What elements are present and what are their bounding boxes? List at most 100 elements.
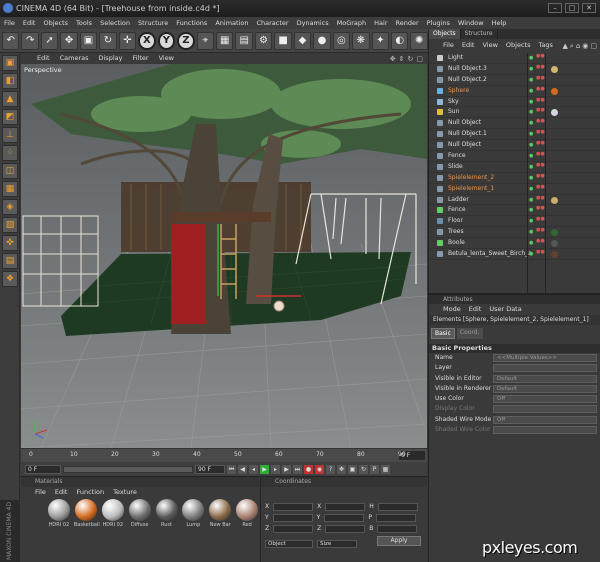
deformer-icon[interactable]: ❋ (352, 31, 370, 50)
eye-icon[interactable]: ◉ (582, 40, 588, 52)
previous-frame-icon[interactable]: ◂ (249, 464, 258, 474)
object-name[interactable]: Betula_lenta_Sweet_Birch_a (448, 249, 532, 259)
visibility-dots-icon[interactable]: ●● (536, 195, 545, 200)
play-forward-icon[interactable]: ▶ (260, 464, 269, 474)
layer-dot-icon[interactable]: ● (529, 153, 535, 159)
object-row[interactable]: Sky ● ●● (429, 97, 600, 108)
material-swatch[interactable]: HDRI 02 (47, 499, 71, 529)
menu-functions[interactable]: Functions (176, 17, 207, 29)
position-field[interactable] (272, 513, 313, 522)
viewport-menu-view[interactable]: View (159, 53, 174, 64)
menu-window[interactable]: Window (458, 17, 484, 29)
points-mode-icon[interactable]: ⁘ (2, 145, 18, 161)
object-row[interactable]: Spielelement_2 ● ●● (429, 173, 600, 184)
array-icon[interactable]: ◎ (332, 31, 351, 50)
visibility-dots-icon[interactable]: ●● (536, 119, 545, 124)
object-name[interactable]: Light (448, 53, 463, 63)
layer-dot-icon[interactable]: ● (529, 142, 535, 148)
render-view-icon[interactable]: ▦ (216, 31, 234, 50)
size-field[interactable] (324, 513, 365, 522)
rotation-field[interactable] (377, 502, 418, 511)
material-swatch[interactable]: Diffuse (128, 499, 152, 529)
layer-dot-icon[interactable]: ● (529, 186, 535, 192)
visibility-dots-icon[interactable]: ●● (536, 250, 545, 255)
tab-objects[interactable]: Objects (429, 29, 461, 39)
texture-tag-icon[interactable] (551, 251, 558, 259)
move-icon[interactable]: ✥ (60, 31, 78, 50)
object-name[interactable]: Ladder (448, 195, 469, 205)
visibility-dots-icon[interactable]: ●● (536, 239, 545, 244)
recent-tools-icon[interactable]: ✛ (118, 31, 137, 50)
texture-mode-icon[interactable]: ◩ (2, 109, 18, 125)
layer-dot-icon[interactable]: ● (529, 164, 535, 170)
animation-mode-icon[interactable]: ◈ (2, 199, 18, 215)
layer-dot-icon[interactable]: ● (529, 88, 535, 94)
axis-mode-icon[interactable]: ⊥ (2, 127, 18, 143)
attribute-value-field[interactable]: Off (493, 395, 597, 404)
make-editable-icon[interactable]: ▣ (2, 55, 18, 71)
record-key-icon[interactable]: ● (304, 464, 313, 474)
camera-icon[interactable]: ◐ (390, 31, 409, 50)
object-name[interactable]: Sky (448, 97, 459, 107)
texture-tag-icon[interactable] (551, 229, 558, 237)
size-mode-select[interactable]: Size (317, 539, 357, 548)
end-frame-field[interactable]: 90 F (195, 464, 225, 474)
material-swatch[interactable]: Red (235, 499, 259, 529)
objects-menu-view[interactable]: View (482, 39, 497, 51)
layer-dot-icon[interactable]: ● (529, 240, 535, 246)
layer-dot-icon[interactable]: ● (529, 175, 535, 181)
menu-structure[interactable]: Structure (138, 17, 168, 29)
object-row[interactable]: Boole ● ●● (429, 238, 600, 250)
undo-icon[interactable]: ↶ (2, 31, 20, 50)
object-name[interactable]: Trees (448, 227, 464, 237)
new-window-icon[interactable]: ▢ (590, 40, 597, 52)
objects-menu-tags[interactable]: Tags (538, 39, 552, 51)
axis-lock-x-button[interactable]: X (138, 31, 156, 50)
menu-tools[interactable]: Tools (76, 17, 92, 29)
object-name[interactable]: Spielelement_1 (448, 184, 494, 194)
object-row[interactable]: Sphere ● ●● (429, 86, 600, 97)
menu-hair[interactable]: Hair (374, 17, 387, 29)
tweak-mode-icon[interactable]: ▨ (2, 217, 18, 233)
attributes-menu-user-data[interactable]: User Data (489, 304, 521, 315)
attributes-menu-edit[interactable]: Edit (469, 304, 482, 315)
autokey-icon[interactable]: ◉ (315, 464, 324, 474)
menu-mograph[interactable]: MoGraph (337, 17, 367, 29)
layer-dot-icon[interactable]: ● (529, 55, 535, 61)
layer-dot-icon[interactable]: ● (529, 131, 535, 137)
attribute-value-field[interactable]: Off (493, 415, 597, 424)
menu-animation[interactable]: Animation (215, 17, 248, 29)
nurbs-icon[interactable]: ● (313, 31, 331, 50)
start-frame-field[interactable]: 0 F (25, 464, 61, 474)
next-frame-icon[interactable]: ▸ (271, 464, 280, 474)
menu-dynamics[interactable]: Dynamics (297, 17, 329, 29)
visibility-dots-icon[interactable]: ●● (536, 173, 545, 178)
go-to-end-icon[interactable]: ⏭ (293, 464, 302, 474)
axis-lock-y-button[interactable]: Y (157, 31, 176, 50)
tab-structure[interactable]: Structure (461, 29, 498, 39)
param-key-icon[interactable]: P (370, 464, 379, 474)
apply-button[interactable]: Apply (377, 536, 421, 546)
preview-range-slider[interactable] (63, 465, 193, 473)
object-name[interactable]: Null Object.1 (448, 129, 487, 139)
light-icon[interactable]: ✺ (410, 31, 428, 50)
material-swatch[interactable]: HDRI 02 (101, 499, 125, 529)
material-menu-texture[interactable]: Texture (113, 487, 137, 498)
object-name[interactable]: Sphere (448, 86, 469, 96)
menu-selection[interactable]: Selection (100, 17, 130, 29)
rotation-field[interactable] (377, 524, 418, 533)
workplane-icon[interactable]: ▤ (2, 253, 18, 269)
axis-lock-z-button[interactable]: Z (177, 31, 195, 50)
object-row[interactable]: Sun ● ●● (429, 107, 600, 119)
visibility-dots-icon[interactable]: ●● (536, 97, 545, 102)
object-row[interactable]: Betula_lenta_Sweet_Birch_a ● ●● (429, 249, 600, 260)
object-name[interactable]: Null Object.3 (448, 64, 487, 74)
visibility-dots-icon[interactable]: ●● (536, 86, 545, 91)
rotation-key-icon[interactable]: ↻ (359, 464, 368, 474)
snap-icon[interactable]: ✜ (2, 235, 18, 251)
attribute-value-field[interactable]: Default (493, 374, 597, 383)
attribute-tab-coord[interactable]: Coord. (456, 328, 483, 339)
object-row[interactable]: Fence ● ●● (429, 151, 600, 162)
object-name[interactable]: Floor (448, 216, 463, 226)
object-name[interactable]: Null Object (448, 118, 481, 128)
